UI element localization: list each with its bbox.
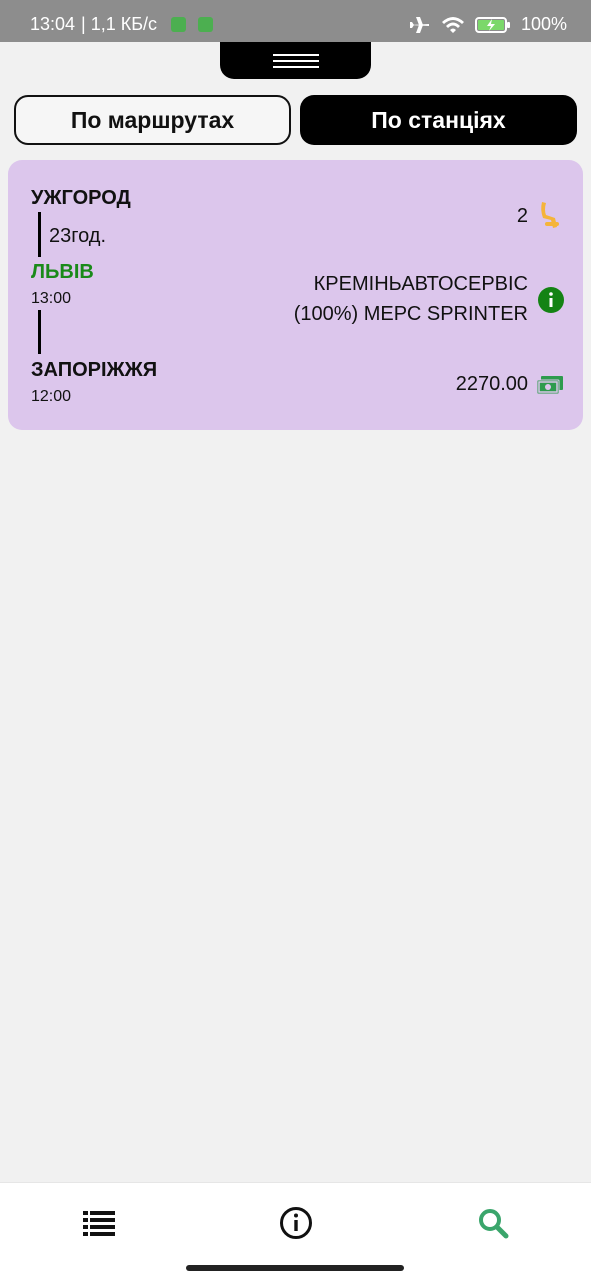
- carrier-vehicle: (100%) МЕРС SPRINTER: [293, 303, 528, 325]
- seat-icon: [541, 202, 559, 228]
- battery-charging-icon: [474, 16, 510, 33]
- transfer-time: 13:00: [31, 290, 72, 307]
- battery-level: 100%: [520, 14, 567, 34]
- trip-card[interactable]: УЖГОРОД 23год. ЛЬВІВ 13:00 ЗАПОРІЖЖЯ 12:…: [8, 160, 583, 430]
- carrier-name: КРЕМІНЬАВТОСЕРВІС: [313, 273, 528, 295]
- status-speed: | 1,1 КБ/с: [81, 14, 158, 34]
- origin-station: УЖГОРОД: [31, 187, 131, 209]
- status-bar: 13:04 | 1,1 КБ/с 100%: [0, 0, 591, 42]
- destination-time: 12:00: [31, 388, 72, 405]
- tab-by-stations[interactable]: По станціях: [300, 95, 577, 145]
- ticket-price: 2270.00: [455, 373, 528, 395]
- menu-icon: [272, 53, 319, 68]
- app-icon: [171, 17, 187, 32]
- list-icon: [83, 1211, 115, 1236]
- nav-info-button[interactable]: [276, 1203, 316, 1243]
- trip-duration: 23год.: [49, 225, 107, 247]
- transfer-station: ЛЬВІВ: [31, 261, 94, 283]
- tab-by-routes[interactable]: По маршрутах: [14, 95, 291, 145]
- info-icon[interactable]: [537, 286, 565, 314]
- route-line: [38, 212, 41, 257]
- home-indicator[interactable]: [186, 1265, 404, 1271]
- wifi-icon: [441, 16, 464, 33]
- seat-count: 2: [516, 205, 528, 227]
- nav-list-button[interactable]: [79, 1203, 119, 1243]
- destination-station: ЗАПОРІЖЖЯ: [31, 359, 158, 381]
- drawer-handle[interactable]: [220, 42, 371, 79]
- info-icon: [280, 1207, 312, 1239]
- status-time: 13:04: [30, 14, 76, 34]
- airplane-icon: [408, 16, 429, 33]
- money-icon: [536, 376, 563, 395]
- search-icon: [479, 1209, 509, 1239]
- route-line: [38, 310, 41, 354]
- nav-search-button[interactable]: [473, 1203, 513, 1243]
- app-icon: [198, 17, 214, 32]
